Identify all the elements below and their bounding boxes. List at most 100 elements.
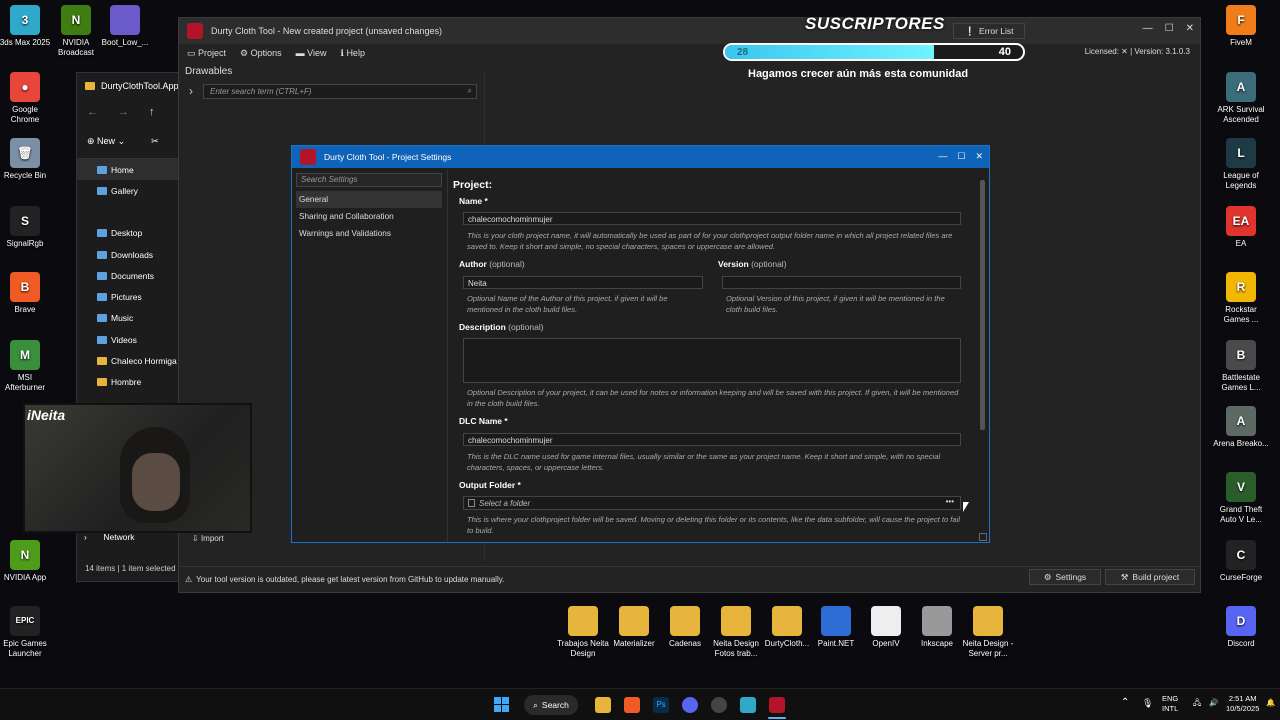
sidebar-item[interactable]: Desktop	[77, 223, 179, 244]
browse-button[interactable]: •••	[946, 497, 954, 506]
desktop-shortcut[interactable]: Inkscape	[909, 606, 965, 649]
sidebar-item[interactable]: Gallery	[77, 180, 179, 201]
desktop-shortcut[interactable]: Neita Design Fotos trab...	[708, 606, 764, 659]
desktop-shortcut[interactable]: DurtyCloth...	[759, 606, 815, 649]
3dsmax-icon[interactable]	[740, 697, 756, 713]
minimize-icon[interactable]: —	[1143, 23, 1153, 34]
sidebar-item[interactable]: Videos	[77, 329, 179, 350]
desktop-shortcut-label: Arena Breako...	[1213, 439, 1269, 448]
tray-overflow-icon[interactable]: ⌃	[1121, 698, 1129, 708]
desktop-shortcut[interactable]: Trabajos Neita Design	[555, 606, 611, 659]
desktop-shortcut[interactable]: C CurseForge	[1213, 540, 1269, 583]
minimize-icon[interactable]: —	[938, 151, 947, 162]
desktop-shortcut[interactable]: Neita Design - Server pr...	[960, 606, 1016, 659]
close-icon[interactable]: ✕	[1186, 23, 1194, 34]
description-textarea[interactable]	[463, 338, 961, 383]
videos-icon	[97, 335, 107, 344]
menu-item[interactable]: ⚙ Options	[240, 48, 282, 59]
microphone-icon[interactable]: 🎙	[1142, 698, 1153, 708]
menu-item[interactable]: ▭ Project	[187, 48, 226, 59]
desktop-shortcut[interactable]: V Grand Theft Auto V Le...	[1213, 472, 1269, 525]
expand-chevron-icon[interactable]: ›	[189, 84, 193, 98]
file-explorer-icon[interactable]	[595, 697, 611, 713]
dlc-input[interactable]: chalecomochominmujer	[463, 433, 961, 446]
desktop-shortcut-label: Neita Design Fotos trab...	[713, 639, 759, 658]
desktop-shortcut[interactable]: EA EA	[1213, 206, 1269, 249]
desktop-shortcut[interactable]: B Battlestate Games L...	[1213, 340, 1269, 393]
settings-nav-item[interactable]: General	[296, 191, 442, 208]
maximize-icon[interactable]: ☐	[957, 151, 965, 162]
cut-icon[interactable]: ✂	[151, 136, 159, 147]
menu-item[interactable]: ▬ View	[296, 48, 327, 58]
desktop-shortcut[interactable]: A Arena Breako...	[1213, 406, 1269, 449]
taskbar-search-button[interactable]: ⌕ Search	[524, 695, 578, 715]
desktop-shortcut[interactable]: N NVIDIA App	[0, 540, 53, 583]
network-icon[interactable]: 🖧	[1193, 698, 1201, 708]
photoshop-icon[interactable]: Ps	[653, 697, 669, 713]
version-input[interactable]	[722, 276, 961, 289]
brave-icon[interactable]	[624, 697, 640, 713]
desktop-shortcut[interactable]: F FiveM	[1213, 5, 1269, 48]
clock[interactable]: 2:51 AM 10/5/2025	[1226, 694, 1259, 714]
maximize-icon[interactable]: ☐	[1165, 23, 1174, 34]
author-input[interactable]: Neita	[463, 276, 703, 289]
dlc-label: DLC Name *	[459, 416, 508, 426]
new-button[interactable]: ⊕ New ⌄	[87, 136, 125, 147]
settings-nav-item[interactable]: Sharing and Collaboration	[296, 208, 442, 225]
desktop-shortcut[interactable]: D Discord	[1213, 606, 1269, 649]
desktop-shortcut[interactable]: 🗑 Recycle Bin	[0, 138, 53, 181]
sidebar-item[interactable]: Home	[77, 159, 179, 181]
settings-nav-item[interactable]: Warnings and Validations	[296, 225, 442, 242]
discord-icon[interactable]	[682, 697, 698, 713]
desktop-shortcut[interactable]: Cadenas	[657, 606, 713, 649]
notification-bell-icon[interactable]: 🔔	[1266, 698, 1275, 708]
desktop-shortcut[interactable]: R Rockstar Games ...	[1213, 272, 1269, 325]
sidebar-item[interactable]: Hombre	[77, 372, 179, 393]
output-folder-picker[interactable]: Select a folder •••	[463, 496, 961, 510]
desktop-shortcut[interactable]: N NVIDIA Broadcast	[48, 5, 104, 58]
forward-icon[interactable]: →	[118, 106, 129, 118]
back-icon[interactable]: ←	[87, 106, 98, 118]
desktop-shortcut[interactable]: S SignalRgb	[0, 206, 53, 249]
settings-search-input[interactable]: Search Settings	[296, 173, 442, 187]
error-list-button[interactable]: ❕ Error List	[953, 23, 1025, 39]
sidebar-item[interactable]: Pictures	[77, 286, 179, 307]
desktop-shortcut[interactable]: M MSI Afterburner	[0, 340, 53, 393]
sidebar-item[interactable]: Documents	[77, 265, 179, 286]
explorer-titlebar[interactable]: DurtyClothTool.App	[77, 73, 179, 99]
drawables-search-input[interactable]: Enter search term (CTRL+F) ⌕	[203, 84, 477, 99]
language-indicator[interactable]: ENG INTL	[1162, 694, 1178, 714]
settings-button[interactable]: ⚙ Settings	[1029, 569, 1101, 585]
settings-nav-label: General	[299, 195, 329, 204]
resize-grip-icon[interactable]	[979, 533, 987, 541]
desktop-shortcut[interactable]: 3 3ds Max 2025	[0, 5, 53, 48]
desktop-shortcut[interactable]: ● Google Chrome	[0, 72, 53, 125]
dialog-titlebar[interactable]: Durty Cloth Tool - Project Settings	[292, 146, 989, 168]
dialog-scrollbar[interactable]	[979, 172, 987, 430]
scrollbar-thumb[interactable]	[980, 180, 985, 430]
sidebar-item[interactable]: Music	[77, 308, 179, 329]
app-titlebar[interactable]: Durty Cloth Tool - New created project (…	[179, 18, 1200, 44]
obs-icon[interactable]	[711, 697, 727, 713]
volume-icon[interactable]: 🔊	[1209, 698, 1218, 708]
desktop-shortcut[interactable]: OpenIV	[858, 606, 914, 649]
windows-start-icon[interactable]	[494, 697, 510, 713]
author-optional: (optional)	[489, 259, 525, 269]
name-input[interactable]: chalecomochominmujer	[463, 212, 961, 225]
desktop-shortcut[interactable]: Materializer	[606, 606, 662, 649]
up-icon[interactable]: ↑	[149, 106, 155, 118]
sidebar-item[interactable]: Downloads	[77, 244, 179, 265]
desktop-shortcut[interactable]: Paint.NET	[808, 606, 864, 649]
desktop-shortcut[interactable]: Boot_Low_...	[97, 5, 153, 48]
import-button[interactable]: ⇩ Import	[192, 534, 224, 543]
sidebar-item[interactable]: Chaleco Hormiga	[77, 350, 179, 371]
desktop-shortcut[interactable]: B Brave	[0, 272, 53, 315]
menu-item[interactable]: ℹ Help	[341, 48, 365, 59]
desktop-shortcut[interactable]: L League of Legends	[1213, 138, 1269, 191]
durty-cloth-tool-icon[interactable]	[769, 697, 785, 713]
sidebar-item-network[interactable]: › Network	[84, 532, 135, 542]
desktop-shortcut[interactable]: A ARK Survival Ascended	[1213, 72, 1269, 125]
desktop-shortcut[interactable]: EPIC Epic Games Launcher	[0, 606, 53, 659]
close-icon[interactable]: ✕	[975, 151, 983, 162]
build-project-button[interactable]: ⚒ Build project	[1105, 569, 1195, 585]
